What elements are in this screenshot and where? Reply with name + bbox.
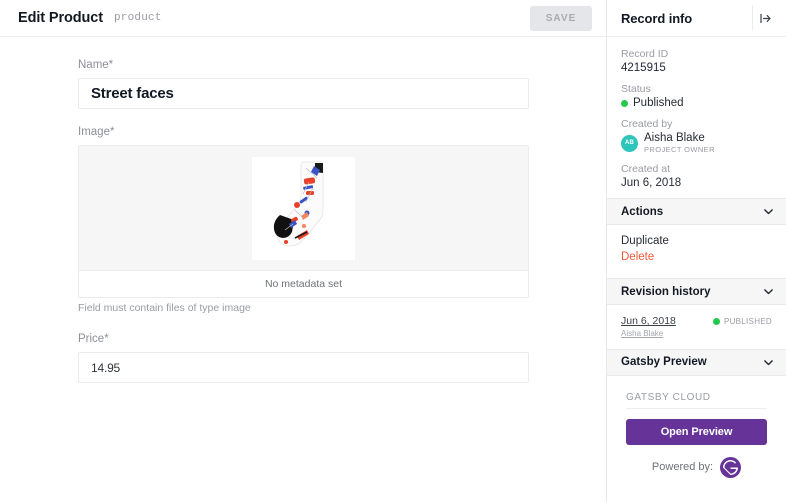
collapse-right-icon — [759, 12, 772, 25]
chevron-down-icon — [763, 206, 774, 217]
edit-product-screen: Edit Product product SAVE Name* Street f… — [0, 0, 786, 502]
record-status-item: Status Published — [621, 83, 772, 109]
avatar: AB — [621, 135, 638, 152]
image-helper-text: Field must contain files of type image — [78, 302, 251, 314]
revision-status-badge: PUBLISHED — [713, 315, 772, 326]
record-id-value: 4215915 — [621, 62, 772, 74]
duplicate-action[interactable]: Duplicate — [621, 235, 772, 247]
field-name-label: Name* — [78, 59, 528, 71]
record-status-value: Published — [633, 97, 684, 109]
status-dot-icon — [621, 100, 628, 107]
record-meta-block: Record ID 4215915 Status Published Creat… — [607, 37, 786, 198]
page-title: Edit Product — [18, 10, 103, 26]
revision-history-body: Jun 6, 2018 Aisha Blake PUBLISHED — [607, 305, 786, 349]
revision-date[interactable]: Jun 6, 2018 — [621, 315, 713, 329]
revision-status-dot-icon — [713, 318, 720, 325]
gatsby-preview-body: GATSBY CLOUD Open Preview Powered by: — [607, 376, 786, 478]
status-badge: Published — [621, 97, 772, 109]
gatsby-preview-section-title: Gatsby Preview — [621, 356, 707, 368]
gatsby-preview-section-header[interactable]: Gatsby Preview — [607, 349, 786, 376]
gatsby-logo-icon — [720, 457, 741, 478]
record-id-item: Record ID 4215915 — [621, 48, 772, 74]
revision-author[interactable]: Aisha Blake — [621, 329, 713, 338]
actions-section-header[interactable]: Actions — [607, 198, 786, 225]
revision-list-item[interactable]: Jun 6, 2018 Aisha Blake PUBLISHED — [621, 315, 772, 338]
powered-by-row: Powered by: — [626, 457, 767, 478]
revision-history-section-title: Revision history — [621, 286, 710, 298]
chevron-down-icon — [763, 286, 774, 297]
author-row: AB Aisha Blake PROJECT OWNER — [621, 132, 772, 154]
sock-image — [273, 158, 335, 258]
panel-content: Record ID 4215915 Status Published Creat… — [607, 37, 786, 502]
image-dropzone[interactable] — [79, 146, 528, 271]
delete-action[interactable]: Delete — [621, 251, 772, 263]
revision-status-text: PUBLISHED — [724, 317, 772, 326]
field-name: Name* Street faces — [78, 59, 528, 109]
author-role: PROJECT OWNER — [644, 145, 715, 154]
record-info-panel: Record info Record ID 4215915 Status — [607, 0, 786, 502]
record-created-at-item: Created at Jun 6, 2018 — [621, 163, 772, 189]
author-text-group: Aisha Blake PROJECT OWNER — [644, 132, 715, 154]
created-at-label: Created at — [621, 163, 772, 175]
record-id-label: Record ID — [621, 48, 772, 60]
field-image: Image* — [78, 126, 528, 316]
created-by-label: Created by — [621, 118, 772, 130]
image-metadata-text: No metadata set — [79, 271, 528, 297]
powered-by-label: Powered by: — [652, 461, 713, 473]
editor-toolbar: Edit Product product SAVE — [0, 0, 606, 37]
field-price-label: Price* — [78, 333, 528, 345]
author-name: Aisha Blake — [644, 132, 715, 145]
record-status-label: Status — [621, 83, 772, 95]
save-button[interactable]: SAVE — [530, 6, 592, 31]
field-price: Price* 14.95 — [78, 333, 528, 383]
record-info-header: Record info — [607, 0, 786, 37]
revision-info: Jun 6, 2018 Aisha Blake — [621, 315, 713, 338]
schema-type-label: product — [114, 12, 162, 24]
name-input[interactable]: Street faces — [78, 78, 529, 109]
price-input[interactable]: 14.95 — [78, 352, 529, 383]
gatsby-cloud-label: GATSBY CLOUD — [626, 392, 767, 409]
chevron-down-icon — [763, 357, 774, 368]
revision-history-section-header[interactable]: Revision history — [607, 278, 786, 305]
open-preview-button[interactable]: Open Preview — [626, 419, 767, 445]
actions-section-title: Actions — [621, 206, 663, 218]
record-info-title: Record info — [621, 11, 692, 26]
field-image-label: Image* — [78, 126, 528, 138]
collapse-panel-button[interactable] — [752, 5, 778, 31]
image-thumbnail[interactable] — [252, 157, 355, 260]
record-author-item: Created by AB Aisha Blake PROJECT OWNER — [621, 118, 772, 154]
form-fields: Name* Street faces Image* — [0, 37, 606, 502]
product-editor-pane: Edit Product product SAVE Name* Street f… — [0, 0, 607, 502]
image-field-box: No metadata set — [78, 145, 529, 298]
created-at-value: Jun 6, 2018 — [621, 177, 772, 189]
actions-section-body: Duplicate Delete — [607, 225, 786, 278]
